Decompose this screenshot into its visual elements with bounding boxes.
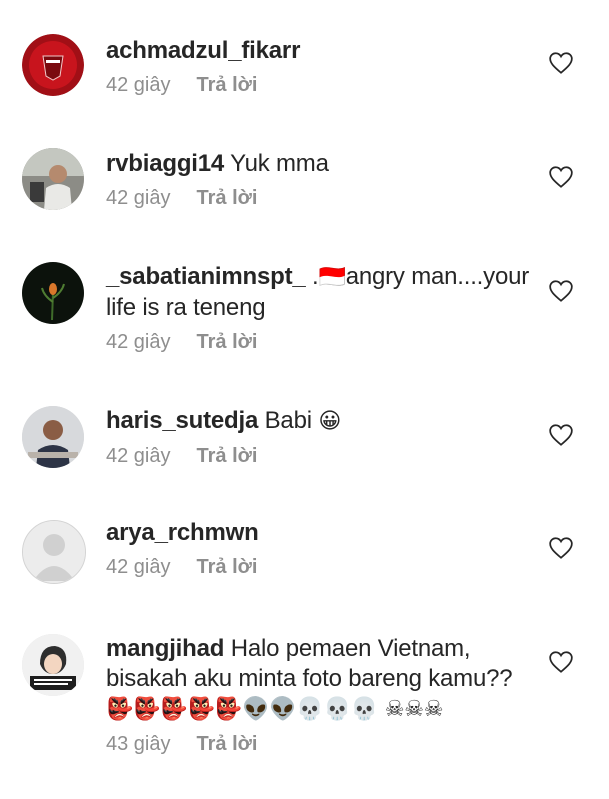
comment-meta: 43 giây Trả lời [106,733,536,756]
comment-time: 42 giây [106,331,171,353]
flag-emoji: 🇮🇩 [318,265,346,290]
comment-meta: 42 giây Trả lời [106,445,546,468]
heart-icon[interactable] [548,279,574,303]
comment-username[interactable]: achmadzul_fikarr [106,37,300,64]
avatar[interactable] [22,148,84,210]
comment-time: 42 giây [106,74,171,96]
avatar[interactable] [22,34,84,96]
avatar[interactable] [22,520,86,584]
heart-icon[interactable] [548,536,574,560]
heart-icon[interactable] [548,423,574,447]
comment-time: 42 giây [106,445,171,467]
heart-icon[interactable] [548,650,574,674]
heart-icon[interactable] [548,165,574,189]
comment-text: _sabatianimnspt_ .🇮🇩angry man....your li… [106,262,546,323]
comment-username[interactable]: haris_sutedja [106,407,258,434]
avatar[interactable] [22,262,84,324]
comment-body: Babi [264,407,312,434]
comment-text: rvbiaggi14 Yuk mma [106,149,546,179]
comment-meta: 42 giây Trả lời [106,74,546,97]
comment-meta: 42 giây Trả lời [106,331,546,354]
grin-emoji: 😀 [318,409,342,434]
comment-text: arya_rchmwn [106,518,546,548]
emoji-string: 👺👺👺👺👺👽👽💀💀💀 ☠☠☠ [106,697,444,722]
comment-meta: 42 giây Trả lời [106,187,546,210]
comment-username[interactable]: mangjihad [106,635,224,662]
comment-text: achmadzul_fikarr [106,36,546,66]
reply-button[interactable]: Trả lời [197,733,258,755]
comment-username[interactable]: _sabatianimnspt_ [106,263,306,290]
comment-text: mangjihad Halo pemaen Vietnam, bisakah a… [106,634,536,725]
comment-time: 42 giây [106,556,171,578]
reply-button[interactable]: Trả lời [197,187,258,209]
reply-button[interactable]: Trả lời [197,556,258,578]
reply-button[interactable]: Trả lời [197,331,258,353]
comment-time: 43 giây [106,733,171,755]
comment-body: Yuk mma [230,150,329,177]
reply-button[interactable]: Trả lời [197,445,258,467]
heart-icon[interactable] [548,51,574,75]
comment-meta: 42 giây Trả lời [106,556,546,579]
comment-time: 42 giây [106,187,171,209]
avatar[interactable] [22,634,84,696]
reply-button[interactable]: Trả lời [197,74,258,96]
comment-username[interactable]: rvbiaggi14 [106,150,224,177]
comment-text: haris_sutedja Babi 😀 [106,406,546,437]
comment-username[interactable]: arya_rchmwn [106,519,259,546]
avatar[interactable] [22,406,84,468]
